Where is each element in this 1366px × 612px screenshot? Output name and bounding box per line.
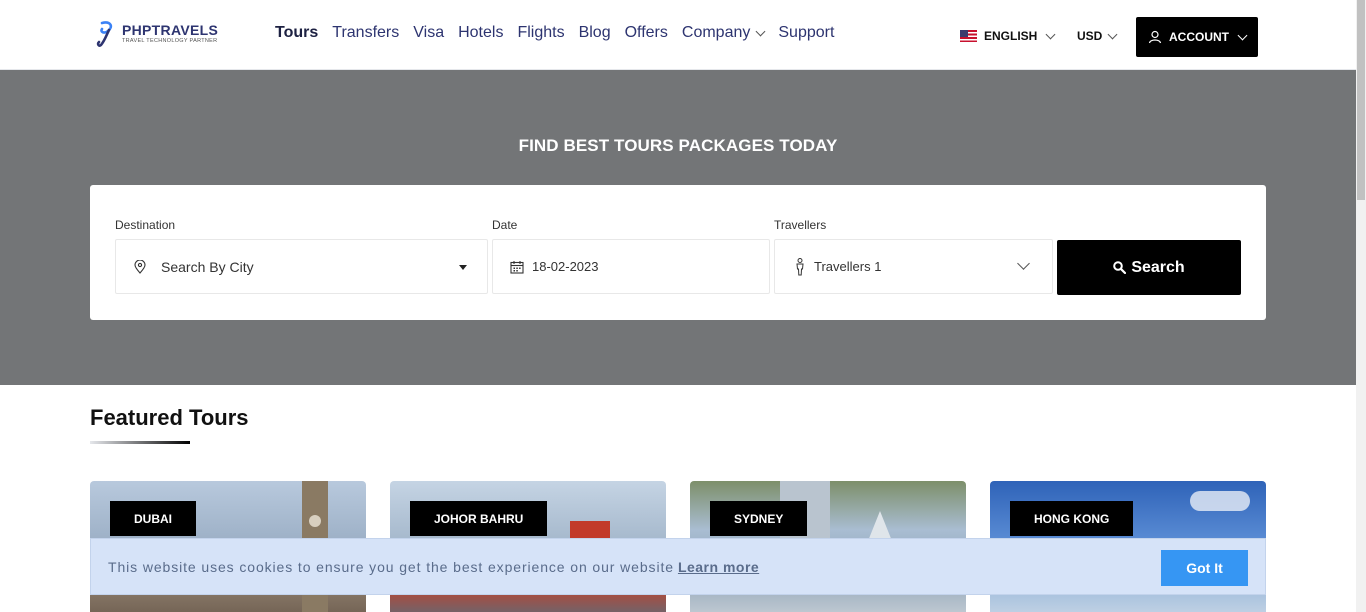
tour-label: SYDNEY <box>710 501 808 536</box>
destination-label: Destination <box>115 218 176 232</box>
page-scrollbar[interactable] <box>1356 0 1366 612</box>
account-label: ACCOUNT <box>1169 30 1229 44</box>
logo-tagline: Travel Technology Partner <box>122 38 218 44</box>
site-header: PHPTRAVELS Travel Technology Partner Tou… <box>0 0 1356 70</box>
logo-name: PHPTRAVELS <box>122 22 219 38</box>
search-form: Destination Search By City Date 18-02-20… <box>90 185 1266 320</box>
nav-company[interactable]: Company <box>681 24 766 42</box>
tour-label: JOHOR BAHRU <box>410 501 548 536</box>
hero-section: FIND BEST TOURS PACKAGES TODAY Destinati… <box>0 70 1356 385</box>
nav-tours[interactable]: Tours <box>275 24 318 42</box>
user-icon <box>1148 30 1162 44</box>
chevron-down-icon <box>1017 257 1030 270</box>
currency-selector[interactable]: USD <box>1077 29 1118 43</box>
nav-company-label: Company <box>681 24 751 41</box>
destination-select[interactable]: Search By City <box>115 239 488 294</box>
scrollbar-thumb[interactable] <box>1357 0 1365 200</box>
cookie-banner: This website uses cookies to ensure you … <box>90 538 1266 595</box>
nav-transfers[interactable]: Transfers <box>332 24 399 42</box>
date-value: 18-02-2023 <box>532 259 599 274</box>
logo-icon <box>96 21 113 47</box>
cloud-image <box>1190 491 1250 511</box>
learn-more-link[interactable]: Learn more <box>678 559 759 575</box>
tour-label: DUBAI <box>110 501 196 536</box>
destination-placeholder: Search By City <box>161 258 254 275</box>
tour-label: HONG KONG <box>1010 501 1134 536</box>
chevron-down-icon <box>1045 29 1056 39</box>
person-icon <box>796 257 804 275</box>
chevron-down-icon <box>1107 29 1118 39</box>
featured-tours-title: Featured Tours <box>90 405 249 430</box>
nav-visa[interactable]: Visa <box>413 24 444 42</box>
main-nav: Tours Transfers Visa Hotels Flights Blog… <box>275 24 848 42</box>
logo[interactable]: PHPTRAVELS Travel Technology Partner <box>96 20 218 48</box>
search-button[interactable]: Search <box>1057 240 1241 295</box>
travellers-dropdown[interactable]: Travellers 1 <box>774 239 1053 294</box>
search-label: Search <box>1131 258 1185 276</box>
travellers-value: Travellers 1 <box>814 259 882 274</box>
nav-blog[interactable]: Blog <box>579 24 611 42</box>
location-pin-icon <box>134 259 146 274</box>
caret-down-icon <box>459 265 467 270</box>
nav-hotels[interactable]: Hotels <box>458 24 503 42</box>
chevron-down-icon <box>1237 30 1248 40</box>
nav-offers[interactable]: Offers <box>625 24 668 42</box>
nav-flights[interactable]: Flights <box>517 24 564 42</box>
title-underline <box>90 441 190 444</box>
travellers-label: Travellers <box>774 218 827 232</box>
us-flag-icon <box>960 30 977 42</box>
language-selector[interactable]: ENGLISH <box>960 29 1056 43</box>
currency-label: USD <box>1077 29 1103 43</box>
calendar-icon <box>510 260 524 274</box>
language-label: ENGLISH <box>984 29 1038 43</box>
hero-title: FIND BEST TOURS PACKAGES TODAY <box>518 136 838 155</box>
nav-support[interactable]: Support <box>778 24 834 42</box>
date-label: Date <box>492 218 518 232</box>
cookie-message: This website uses cookies to ensure you … <box>108 558 674 575</box>
search-icon <box>1113 261 1127 274</box>
account-button[interactable]: ACCOUNT <box>1136 17 1258 57</box>
clock-face-image <box>309 515 321 527</box>
date-input[interactable]: 18-02-2023 <box>492 239 770 294</box>
got-it-button[interactable]: Got It <box>1161 550 1248 586</box>
chevron-down-icon <box>755 26 766 36</box>
